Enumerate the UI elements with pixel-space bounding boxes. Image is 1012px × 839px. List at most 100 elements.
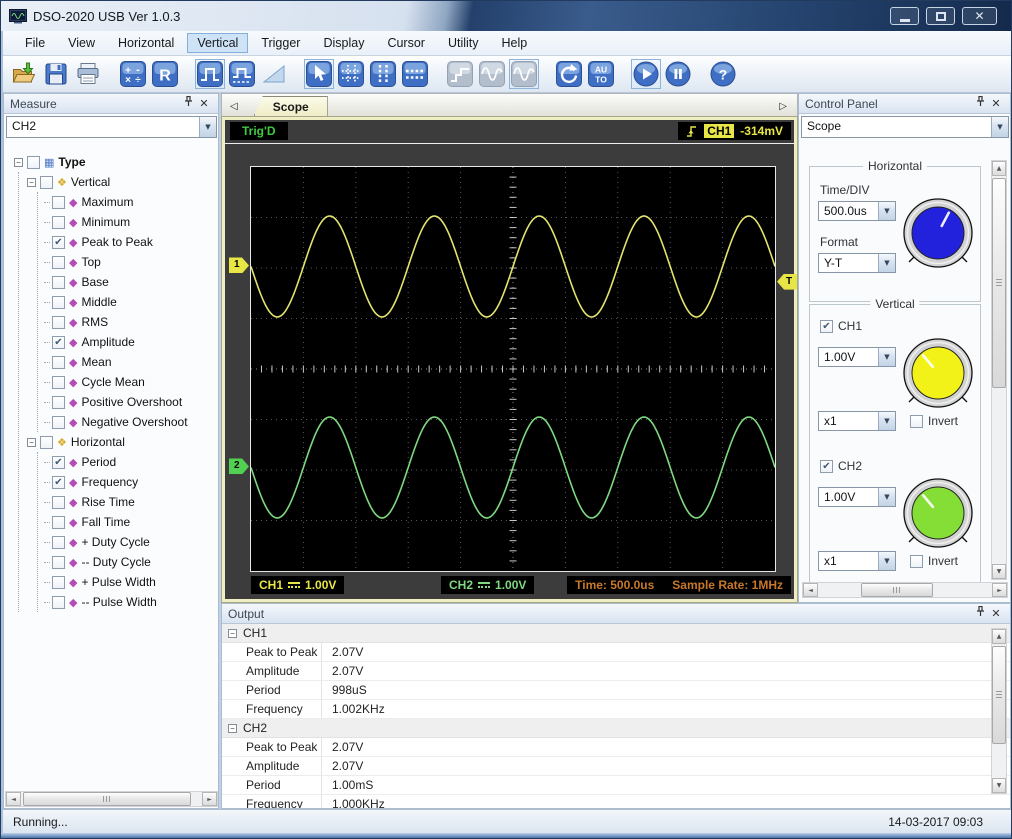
control-mode-select[interactable]: Scope ▼ <box>801 116 1009 138</box>
measure-hscrollbar[interactable]: ◄ ► <box>5 791 218 807</box>
refresh-button[interactable] <box>554 59 584 89</box>
tree-checkbox[interactable] <box>52 496 65 509</box>
ch1-volt-select[interactable]: 1.00V ▼ <box>818 347 896 367</box>
tree-checkbox[interactable] <box>40 176 53 189</box>
scroll-thumb[interactable] <box>992 646 1006 744</box>
menu-utility[interactable]: Utility <box>438 33 489 53</box>
tree-checkbox[interactable] <box>52 536 65 549</box>
tree-item[interactable]: ◆-- Duty Cycle <box>44 552 216 572</box>
tab-scroll-right-icon[interactable]: ▷ <box>771 101 797 116</box>
scroll-down-button[interactable]: ▼ <box>992 564 1006 579</box>
ramp-button[interactable] <box>259 59 289 89</box>
tree-item[interactable]: ◆Base <box>44 272 216 292</box>
ch2-position-knob[interactable] <box>898 473 978 553</box>
tree-item[interactable]: ✔◆Period <box>44 452 216 472</box>
reference-button[interactable]: R <box>150 59 180 89</box>
tree-checkbox[interactable] <box>52 376 65 389</box>
vertical-cursors-button[interactable] <box>368 59 398 89</box>
tree-checkbox[interactable] <box>52 396 65 409</box>
ch2-enable[interactable]: ✔ CH2 <box>820 459 862 473</box>
ch2-volt-select[interactable]: 1.00V ▼ <box>818 487 896 507</box>
tree-item[interactable]: ◆Maximum <box>44 192 216 212</box>
tree-checkbox[interactable]: ✔ <box>52 236 65 249</box>
tree-checkbox[interactable]: ✔ <box>52 476 65 489</box>
tree-checkbox[interactable] <box>52 356 65 369</box>
scroll-down-button[interactable]: ▼ <box>992 778 1006 793</box>
tree-checkbox[interactable] <box>52 596 65 609</box>
save-button[interactable] <box>41 59 71 89</box>
scroll-thumb[interactable] <box>992 178 1006 388</box>
tree-item[interactable]: ◆+ Duty Cycle <box>44 532 216 552</box>
tree-item[interactable]: ◆Cycle Mean <box>44 372 216 392</box>
tree-checkbox[interactable] <box>52 196 65 209</box>
collapse-icon[interactable]: − <box>27 438 36 447</box>
tree-checkbox[interactable] <box>40 436 53 449</box>
close-panel-icon[interactable]: ✕ <box>196 96 212 112</box>
pulse-button[interactable] <box>195 59 225 89</box>
tree-item[interactable]: ◆Mean <box>44 352 216 372</box>
scroll-up-button[interactable]: ▲ <box>992 161 1006 176</box>
tree-checkbox[interactable] <box>52 556 65 569</box>
format-select[interactable]: Y-T ▼ <box>818 253 896 273</box>
output-vscrollbar[interactable]: ▲ ▼ <box>991 628 1007 794</box>
collapse-icon[interactable]: − <box>228 724 237 733</box>
pin-icon[interactable] <box>972 606 988 622</box>
collapse-icon[interactable]: − <box>14 158 23 167</box>
ch2-invert-checkbox[interactable] <box>910 555 923 568</box>
scroll-thumb[interactable] <box>861 583 933 597</box>
open-button[interactable] <box>9 59 39 89</box>
math-button[interactable]: +-×÷ <box>118 59 148 89</box>
play-button[interactable] <box>631 59 661 89</box>
tree-checkbox[interactable] <box>52 256 65 269</box>
tree-checkbox[interactable] <box>52 216 65 229</box>
ch2-invert[interactable]: Invert <box>910 554 958 568</box>
ch2-checkbox[interactable]: ✔ <box>820 460 833 473</box>
grid-button[interactable] <box>336 59 366 89</box>
ch1-enable[interactable]: ✔ CH1 <box>820 319 862 333</box>
tree-checkbox[interactable] <box>52 276 65 289</box>
menu-cursor[interactable]: Cursor <box>377 33 435 53</box>
menu-help[interactable]: Help <box>492 33 538 53</box>
tree-item[interactable]: ◆Middle <box>44 292 216 312</box>
timebase-knob[interactable] <box>898 193 978 273</box>
ch1-mult-select[interactable]: x1 ▼ <box>818 411 896 431</box>
tree-checkbox[interactable] <box>52 416 65 429</box>
horizontal-cursors-button[interactable] <box>400 59 430 89</box>
ch2-marker[interactable]: 2 <box>229 458 249 474</box>
ch1-position-knob[interactable] <box>898 333 978 413</box>
menu-display[interactable]: Display <box>313 33 374 53</box>
tree-checkbox[interactable]: ✔ <box>52 456 65 469</box>
tree-item[interactable]: ◆Negative Overshoot <box>44 412 216 432</box>
print-button[interactable] <box>73 59 103 89</box>
menu-view[interactable]: View <box>58 33 105 53</box>
control-hscrollbar[interactable]: ◄ ► <box>802 582 1008 598</box>
pause-button[interactable] <box>663 59 693 89</box>
minimize-button[interactable] <box>890 7 919 25</box>
tree-node-type[interactable]: −▦Type <box>14 152 216 172</box>
delayed-pulse-button[interactable] <box>227 59 257 89</box>
tree-checkbox[interactable] <box>52 316 65 329</box>
ch1-marker[interactable]: 1 <box>229 257 249 273</box>
scroll-right-button[interactable]: ► <box>992 583 1007 597</box>
tree-checkbox[interactable] <box>52 296 65 309</box>
tree-item[interactable]: ◆-- Pulse Width <box>44 592 216 612</box>
menu-vertical[interactable]: Vertical <box>187 33 248 53</box>
close-panel-icon[interactable]: ✕ <box>988 606 1004 622</box>
pin-icon[interactable] <box>972 96 988 112</box>
pin-icon[interactable] <box>180 96 196 112</box>
help-button[interactable]: ? <box>708 59 738 89</box>
tree-checkbox[interactable] <box>52 576 65 589</box>
waveform-plot[interactable] <box>250 166 776 572</box>
control-vscrollbar[interactable]: ▲ ▼ <box>991 160 1007 580</box>
collapse-icon[interactable]: − <box>27 178 36 187</box>
scroll-thumb[interactable] <box>23 792 191 806</box>
tree-item[interactable]: ◆Positive Overshoot <box>44 392 216 412</box>
collapse-icon[interactable]: − <box>228 629 237 638</box>
tab-scroll-left-icon[interactable]: ◁ <box>222 101 244 116</box>
tree-item[interactable]: ✔◆Peak to Peak <box>44 232 216 252</box>
ch1-invert-checkbox[interactable] <box>910 415 923 428</box>
close-panel-icon[interactable]: ✕ <box>988 96 1004 112</box>
scroll-right-button[interactable]: ► <box>202 792 217 806</box>
tree-checkbox[interactable] <box>27 156 40 169</box>
maximize-button[interactable] <box>926 7 955 25</box>
